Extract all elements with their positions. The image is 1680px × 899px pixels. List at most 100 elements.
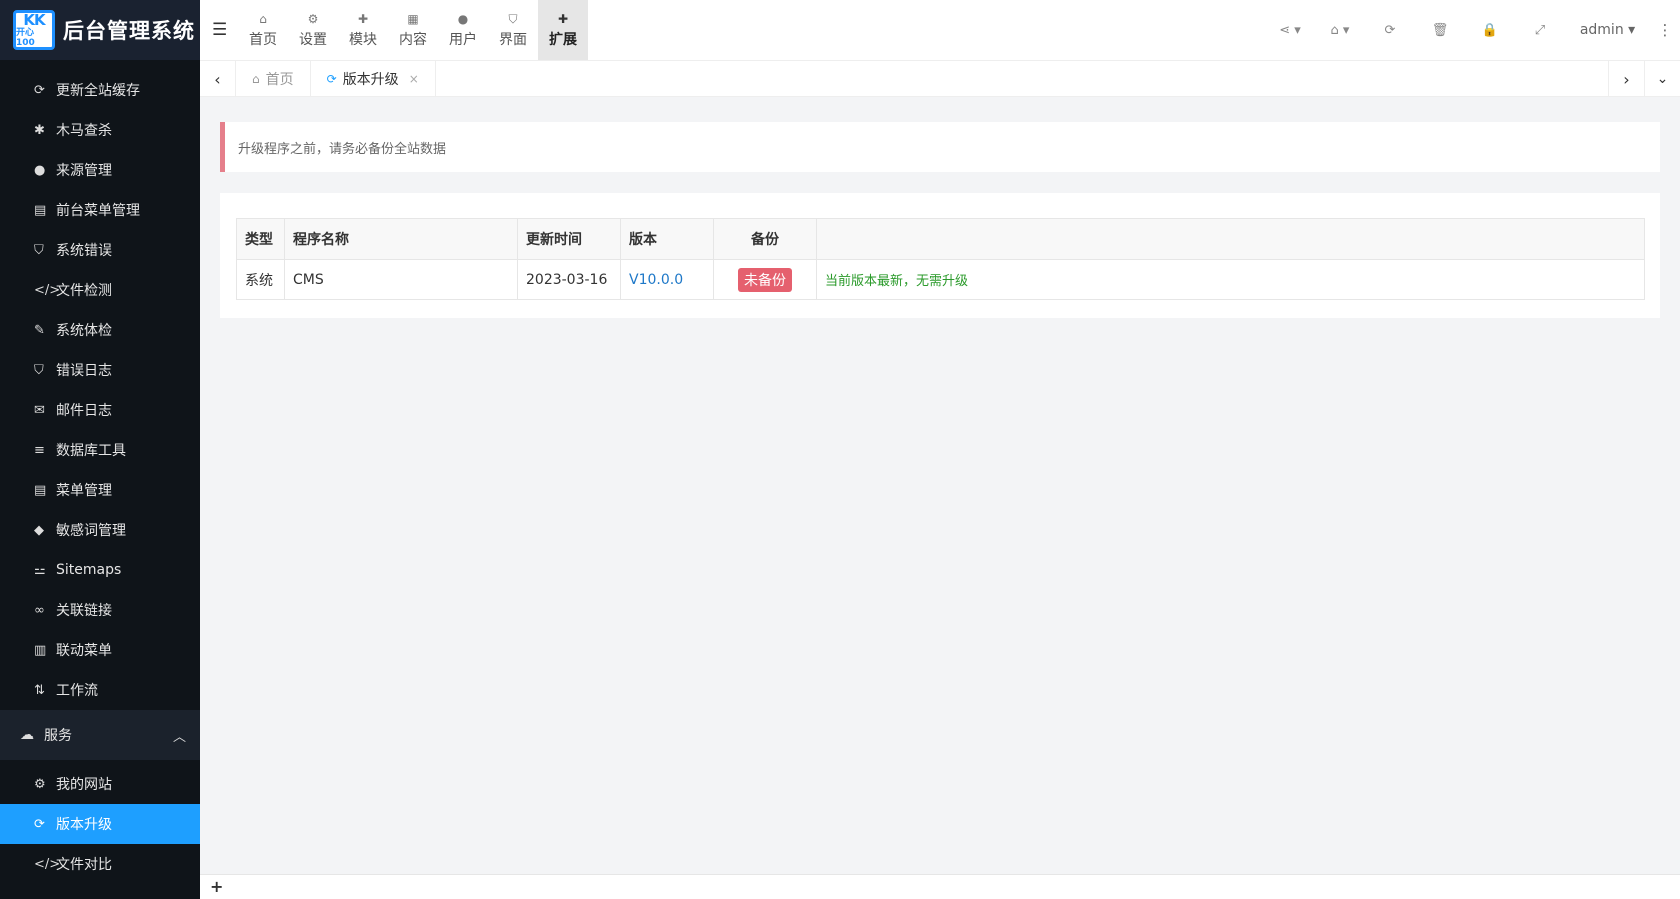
sort-icon: ⇅ [34, 682, 45, 698]
topnav-label: 设置 [299, 31, 327, 48]
sidebar-item-label: 我的网站 [56, 777, 112, 793]
sidebar-item-label: 关联链接 [56, 603, 112, 619]
col-type: 类型 [236, 218, 285, 260]
sidebar-item-label: 敏感词管理 [56, 523, 126, 539]
user-menu[interactable]: admin ▾ [1565, 22, 1650, 38]
sidebar-submenu-services: ⚙ 我的网站 ⟳ 版本升级 </> 文件对比 [0, 764, 200, 884]
share-icon[interactable]: ⋖ ▾ [1265, 23, 1315, 38]
topnav-interface[interactable]: ⛉ 界面 [488, 0, 538, 60]
sitemap-icon: ⚍ [34, 562, 46, 578]
tab-home[interactable]: ⌂ 首页 [236, 61, 311, 97]
tab-version-upgrade[interactable]: ⟳ 版本升级 × [311, 61, 436, 97]
more-vertical-icon[interactable]: ⋮ [1650, 21, 1680, 39]
refresh-icon[interactable]: ⟳ [1365, 23, 1415, 38]
sidebar-item-file-compare[interactable]: </> 文件对比 [0, 844, 200, 884]
top-bar: ☰ ⌂ 首页 ⚙ 设置 ✚ 模块 ▦ 内容 ● 用户 ⛉ 界面 ✚ 扩展 ⋖ ▾ ⌂ ▾ ⟳ … [200, 0, 1680, 61]
app-title: 后台管理系统 [63, 19, 195, 43]
col-version: 版本 [620, 218, 714, 260]
refresh-icon: ⟳ [326, 72, 337, 86]
logo-icon: KK 开心100 [13, 10, 55, 50]
top-nav: ⌂ 首页 ⚙ 设置 ✚ 模块 ▦ 内容 ● 用户 ⛉ 界面 ✚ 扩展 [238, 0, 588, 60]
col-status [816, 218, 1645, 260]
sidebar-item-sitemaps[interactable]: ⚍ Sitemaps [0, 550, 200, 590]
topnav-modules[interactable]: ✚ 模块 [338, 0, 388, 60]
lock-icon[interactable]: 🔒 [1465, 23, 1515, 38]
sidebar-item-label: 数据库工具 [56, 443, 126, 459]
shield-icon: ⛉ [34, 242, 44, 258]
home-icon: ⌂ [252, 72, 260, 86]
puzzle-icon: ✚ [557, 11, 569, 26]
fullscreen-icon[interactable]: ⤢ [1515, 23, 1565, 38]
sidebar-item-front-menu[interactable]: ▤ 前台菜单管理 [0, 190, 200, 230]
sidebar-item-system-errors[interactable]: ⛉ 系统错误 [0, 230, 200, 270]
envelope-open-icon: ✉ [34, 402, 45, 418]
main-content: 升级程序之前，请务必备份全站数据 类型 程序名称 更新时间 版本 备份 系统 C… [200, 97, 1680, 874]
sidebar-item-source-management[interactable]: ● 来源管理 [0, 150, 200, 190]
sidebar-item-version-upgrade[interactable]: ⟳ 版本升级 [0, 804, 200, 844]
tab-scroll-right-button[interactable]: › [1608, 61, 1644, 97]
add-icon[interactable]: + [210, 877, 223, 896]
trash-icon[interactable]: 🗑 [1415, 23, 1465, 38]
tabs: ⌂ 首页 ⟳ 版本升级 × [236, 61, 436, 97]
topnav-label: 界面 [499, 31, 527, 48]
sidebar-item-my-sites[interactable]: ⚙ 我的网站 [0, 764, 200, 804]
logo[interactable]: KK 开心100 后台管理系统 [0, 0, 200, 60]
topnav-label: 首页 [249, 31, 277, 48]
topnav-content[interactable]: ▦ 内容 [388, 0, 438, 60]
table-row: 系统 CMS 2023-03-16 V10.0.0 未备份 当前版本最新，无需升… [236, 259, 1645, 300]
sidebar-item-label: Sitemaps [56, 562, 122, 578]
sidebar-item-database-tools[interactable]: ≡ 数据库工具 [0, 430, 200, 470]
top-right-tools: ⋖ ▾ ⌂ ▾ ⟳ 🗑 🔒 ⤢ admin ▾ ⋮ [1265, 0, 1680, 60]
html5-icon: ⛉ [508, 11, 518, 26]
sidebar-item-file-check[interactable]: </> 文件检测 [0, 270, 200, 310]
close-icon[interactable]: × [409, 72, 419, 86]
globe-icon: ● [34, 162, 46, 178]
sidebar-item-label: 版本升级 [56, 817, 112, 833]
database-icon: ≡ [34, 442, 45, 458]
grid-icon: ▦ [407, 11, 419, 26]
sidebar-item-label: 系统错误 [56, 243, 112, 259]
sidebar-item-related-links[interactable]: ∞ 关联链接 [0, 590, 200, 630]
sidebar-item-menu-management[interactable]: ▤ 菜单管理 [0, 470, 200, 510]
sidebar-item-label: 菜单管理 [56, 483, 112, 499]
tab-scroll-left-button[interactable]: ‹ [200, 61, 236, 97]
sidebar-group-services[interactable]: ☁ 服务 ︿ [0, 710, 200, 760]
gear-icon: ⚙ [34, 776, 46, 792]
tab-dropdown-button[interactable]: ⌄ [1644, 61, 1680, 97]
columns-icon: ▥ [34, 642, 47, 658]
upgrade-panel: 类型 程序名称 更新时间 版本 备份 系统 CMS 2023-03-16 V10… [220, 193, 1660, 318]
code-icon: </> [34, 282, 61, 298]
topnav-label: 模块 [349, 31, 377, 48]
sidebar-item-label: 文件对比 [56, 857, 112, 873]
topnav-settings[interactable]: ⚙ 设置 [288, 0, 338, 60]
sidebar-item-partial[interactable] [0, 60, 200, 70]
footer-bar: + [200, 874, 1680, 899]
sidebar-item-label: 来源管理 [56, 163, 112, 179]
list-icon: ▤ [34, 202, 47, 218]
bug-icon: ✱ [34, 122, 45, 138]
col-update-time: 更新时间 [517, 218, 621, 260]
topnav-users[interactable]: ● 用户 [438, 0, 488, 60]
cell-version-link[interactable]: V10.0.0 [620, 259, 714, 300]
sidebar-item-mail-log[interactable]: ✉ 邮件日志 [0, 390, 200, 430]
sidebar-item-system-checkup[interactable]: ✎ 系统体检 [0, 310, 200, 350]
logo-mark-text: KK [23, 10, 45, 29]
sidebar-item-update-cache[interactable]: ⟳ 更新全站缓存 [0, 70, 200, 110]
sidebar-item-linkage-menu[interactable]: ▥ 联动菜单 [0, 630, 200, 670]
backup-status-badge[interactable]: 未备份 [738, 267, 792, 292]
sidebar-item-trojan-scan[interactable]: ✱ 木马查杀 [0, 110, 200, 150]
tag-icon: ◆ [34, 522, 44, 538]
sidebar-menu: ⟳ 更新全站缓存 ✱ 木马查杀 ● 来源管理 ▤ 前台菜单管理 ⛉ 系统错误 </> 文件检… [0, 60, 200, 710]
sidebar-item-sensitive-words[interactable]: ◆ 敏感词管理 [0, 510, 200, 550]
home-dropdown-icon[interactable]: ⌂ ▾ [1315, 23, 1365, 38]
topnav-home[interactable]: ⌂ 首页 [238, 0, 288, 60]
col-backup: 备份 [713, 218, 817, 260]
sidebar-item-label: 联动菜单 [56, 643, 112, 659]
sidebar-item-workflow[interactable]: ⇅ 工作流 [0, 670, 200, 710]
menu-toggle-icon[interactable]: ☰ [212, 20, 227, 40]
col-program-name: 程序名称 [284, 218, 518, 260]
sidebar-item-error-log[interactable]: ⛉ 错误日志 [0, 350, 200, 390]
topnav-extensions[interactable]: ✚ 扩展 [538, 0, 588, 60]
cell-type: 系统 [236, 259, 285, 300]
sidebar-item-label: 前台菜单管理 [56, 203, 140, 219]
